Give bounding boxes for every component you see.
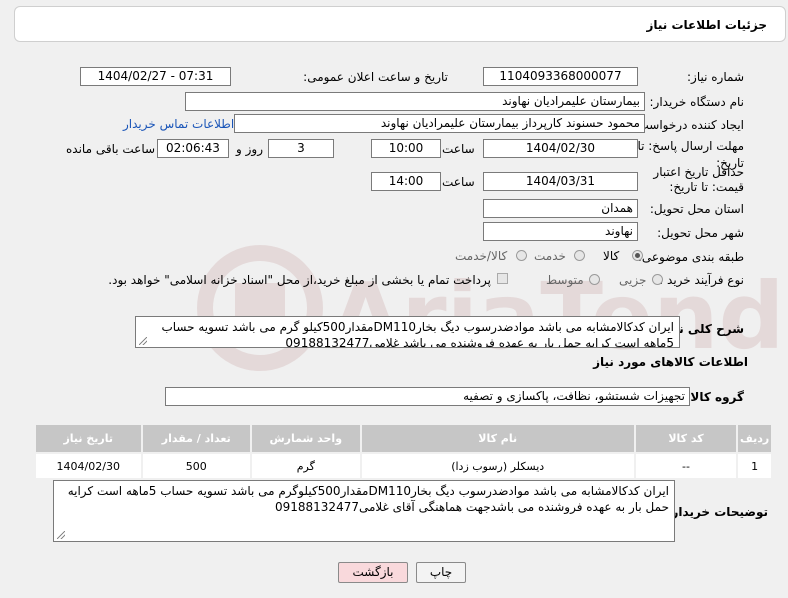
cell-row: 1 — [736, 452, 773, 480]
goods-group-label: گروه کالا: — [685, 390, 744, 404]
category-service-radio[interactable] — [574, 250, 585, 261]
process-medium-label: متوسط — [546, 273, 584, 287]
col-code-header: کد کالا — [633, 423, 739, 454]
reply-hour-label: ساعت — [442, 142, 475, 156]
category-goods-label: کالا — [603, 249, 620, 263]
category-goods-service-label: کالا/خدمت — [455, 249, 508, 263]
city-field[interactable]: نهاوند — [483, 222, 638, 241]
requester-label: ایجاد کننده درخواست: — [633, 118, 744, 132]
category-goods-radio[interactable] — [632, 250, 643, 261]
validity-date-field[interactable]: 1404/03/31 — [483, 172, 638, 191]
page-title: جزئیات اطلاعات نیاز — [646, 18, 767, 32]
process-minor-radio[interactable] — [652, 274, 663, 285]
back-button[interactable]: بازگشت — [338, 562, 408, 583]
province-field[interactable]: همدان — [483, 199, 638, 218]
resize-grip-icon[interactable] — [139, 337, 147, 345]
need-number-label: شماره نیاز: — [687, 70, 744, 84]
announce-datetime-label: تاریخ و ساعت اعلان عمومی: — [303, 70, 448, 84]
col-date-header: تاریخ نیاز — [34, 423, 143, 454]
goods-group-field[interactable]: تجهیزات شستشو، نظافت، پاکسازی و تصفیه — [165, 387, 690, 406]
process-label: نوع فرآیند خرید : — [659, 273, 744, 287]
city-label: شهر محل تحویل: — [657, 226, 744, 240]
hours-remaining-label: ساعت باقی مانده — [66, 142, 156, 156]
general-description-textarea[interactable]: ایران کدکالامشابه می باشد موادضدرسوب دیگ… — [135, 316, 680, 348]
reply-date-field[interactable]: 1404/02/30 — [483, 139, 638, 158]
validity-time-field[interactable]: 14:00 — [371, 172, 441, 191]
remaining-time-field[interactable]: 02:06:43 — [157, 139, 229, 158]
category-service-label: خدمت — [534, 249, 566, 263]
category-goods-service-radio[interactable] — [516, 250, 527, 261]
buyer-notes-textarea[interactable]: ایران کدکالامشابه می باشد موادضدرسوب دیگ… — [53, 480, 675, 542]
requester-field[interactable]: محمود حسنوند کارپرداز بیمارستان علیمرادی… — [234, 114, 645, 133]
need-number-field[interactable]: 1104093368000077 — [483, 67, 638, 86]
print-button[interactable]: چاپ — [416, 562, 466, 583]
reply-days-field[interactable]: 3 — [268, 139, 334, 158]
process-medium-radio[interactable] — [589, 274, 600, 285]
cell-code: -- — [633, 452, 739, 480]
announce-datetime-field[interactable]: 1404/02/27 - 07:31 — [80, 67, 231, 86]
items-table: ردیف کد کالا نام کالا واحد شمارش تعداد /… — [34, 423, 773, 480]
province-label: استان محل تحویل: — [649, 202, 744, 216]
cell-date: 1404/02/30 — [34, 452, 143, 480]
buyer-org-label: نام دستگاه خریدار: — [649, 95, 745, 109]
cell-unit: گرم — [250, 452, 362, 480]
col-name-header: نام کالا — [359, 423, 636, 454]
buyer-org-field[interactable]: بیمارستان علیمرادیان نهاوند — [185, 92, 645, 111]
col-unit-header: واحد شمارش — [250, 423, 362, 454]
resize-grip-icon[interactable] — [57, 531, 65, 539]
general-description-text: ایران کدکالامشابه می باشد موادضدرسوب دیگ… — [161, 320, 674, 348]
cell-name: دیسکلر (رسوب زدا) — [359, 452, 636, 480]
price-validity-label: حداقل تاریخ اعتبار قیمت: تا تاریخ: — [653, 165, 744, 194]
validity-hour-label: ساعت — [442, 175, 475, 189]
goods-info-heading: اطلاعات کالاهای مورد نیاز — [593, 355, 748, 369]
page-header: جزئیات اطلاعات نیاز — [14, 6, 786, 42]
reply-time-field[interactable]: 10:00 — [371, 139, 441, 158]
buyer-notes-label: توضیحات خریدار: — [666, 505, 768, 519]
category-label: طبقه بندی موضوعی: — [637, 250, 744, 264]
col-row-header: ردیف — [736, 423, 773, 454]
day-and-label: روز و — [236, 142, 263, 156]
treasury-payment-checkbox[interactable] — [497, 273, 508, 284]
table-row[interactable]: 1 -- دیسکلر (رسوب زدا) گرم 500 1404/02/3… — [34, 452, 773, 480]
treasury-payment-note: پرداخت تمام یا بخشی از مبلغ خرید،از محل … — [108, 273, 491, 287]
table-header-row: ردیف کد کالا نام کالا واحد شمارش تعداد /… — [34, 423, 773, 454]
cell-qty: 500 — [140, 452, 253, 480]
buyer-contact-link[interactable]: اطلاعات تماس خریدار — [123, 117, 234, 131]
buyer-notes-text: ایران کدکالامشابه می باشد موادضدرسوب دیگ… — [67, 484, 669, 514]
process-minor-label: جزیی — [619, 273, 647, 287]
col-qty-header: تعداد / مقدار — [140, 423, 253, 454]
